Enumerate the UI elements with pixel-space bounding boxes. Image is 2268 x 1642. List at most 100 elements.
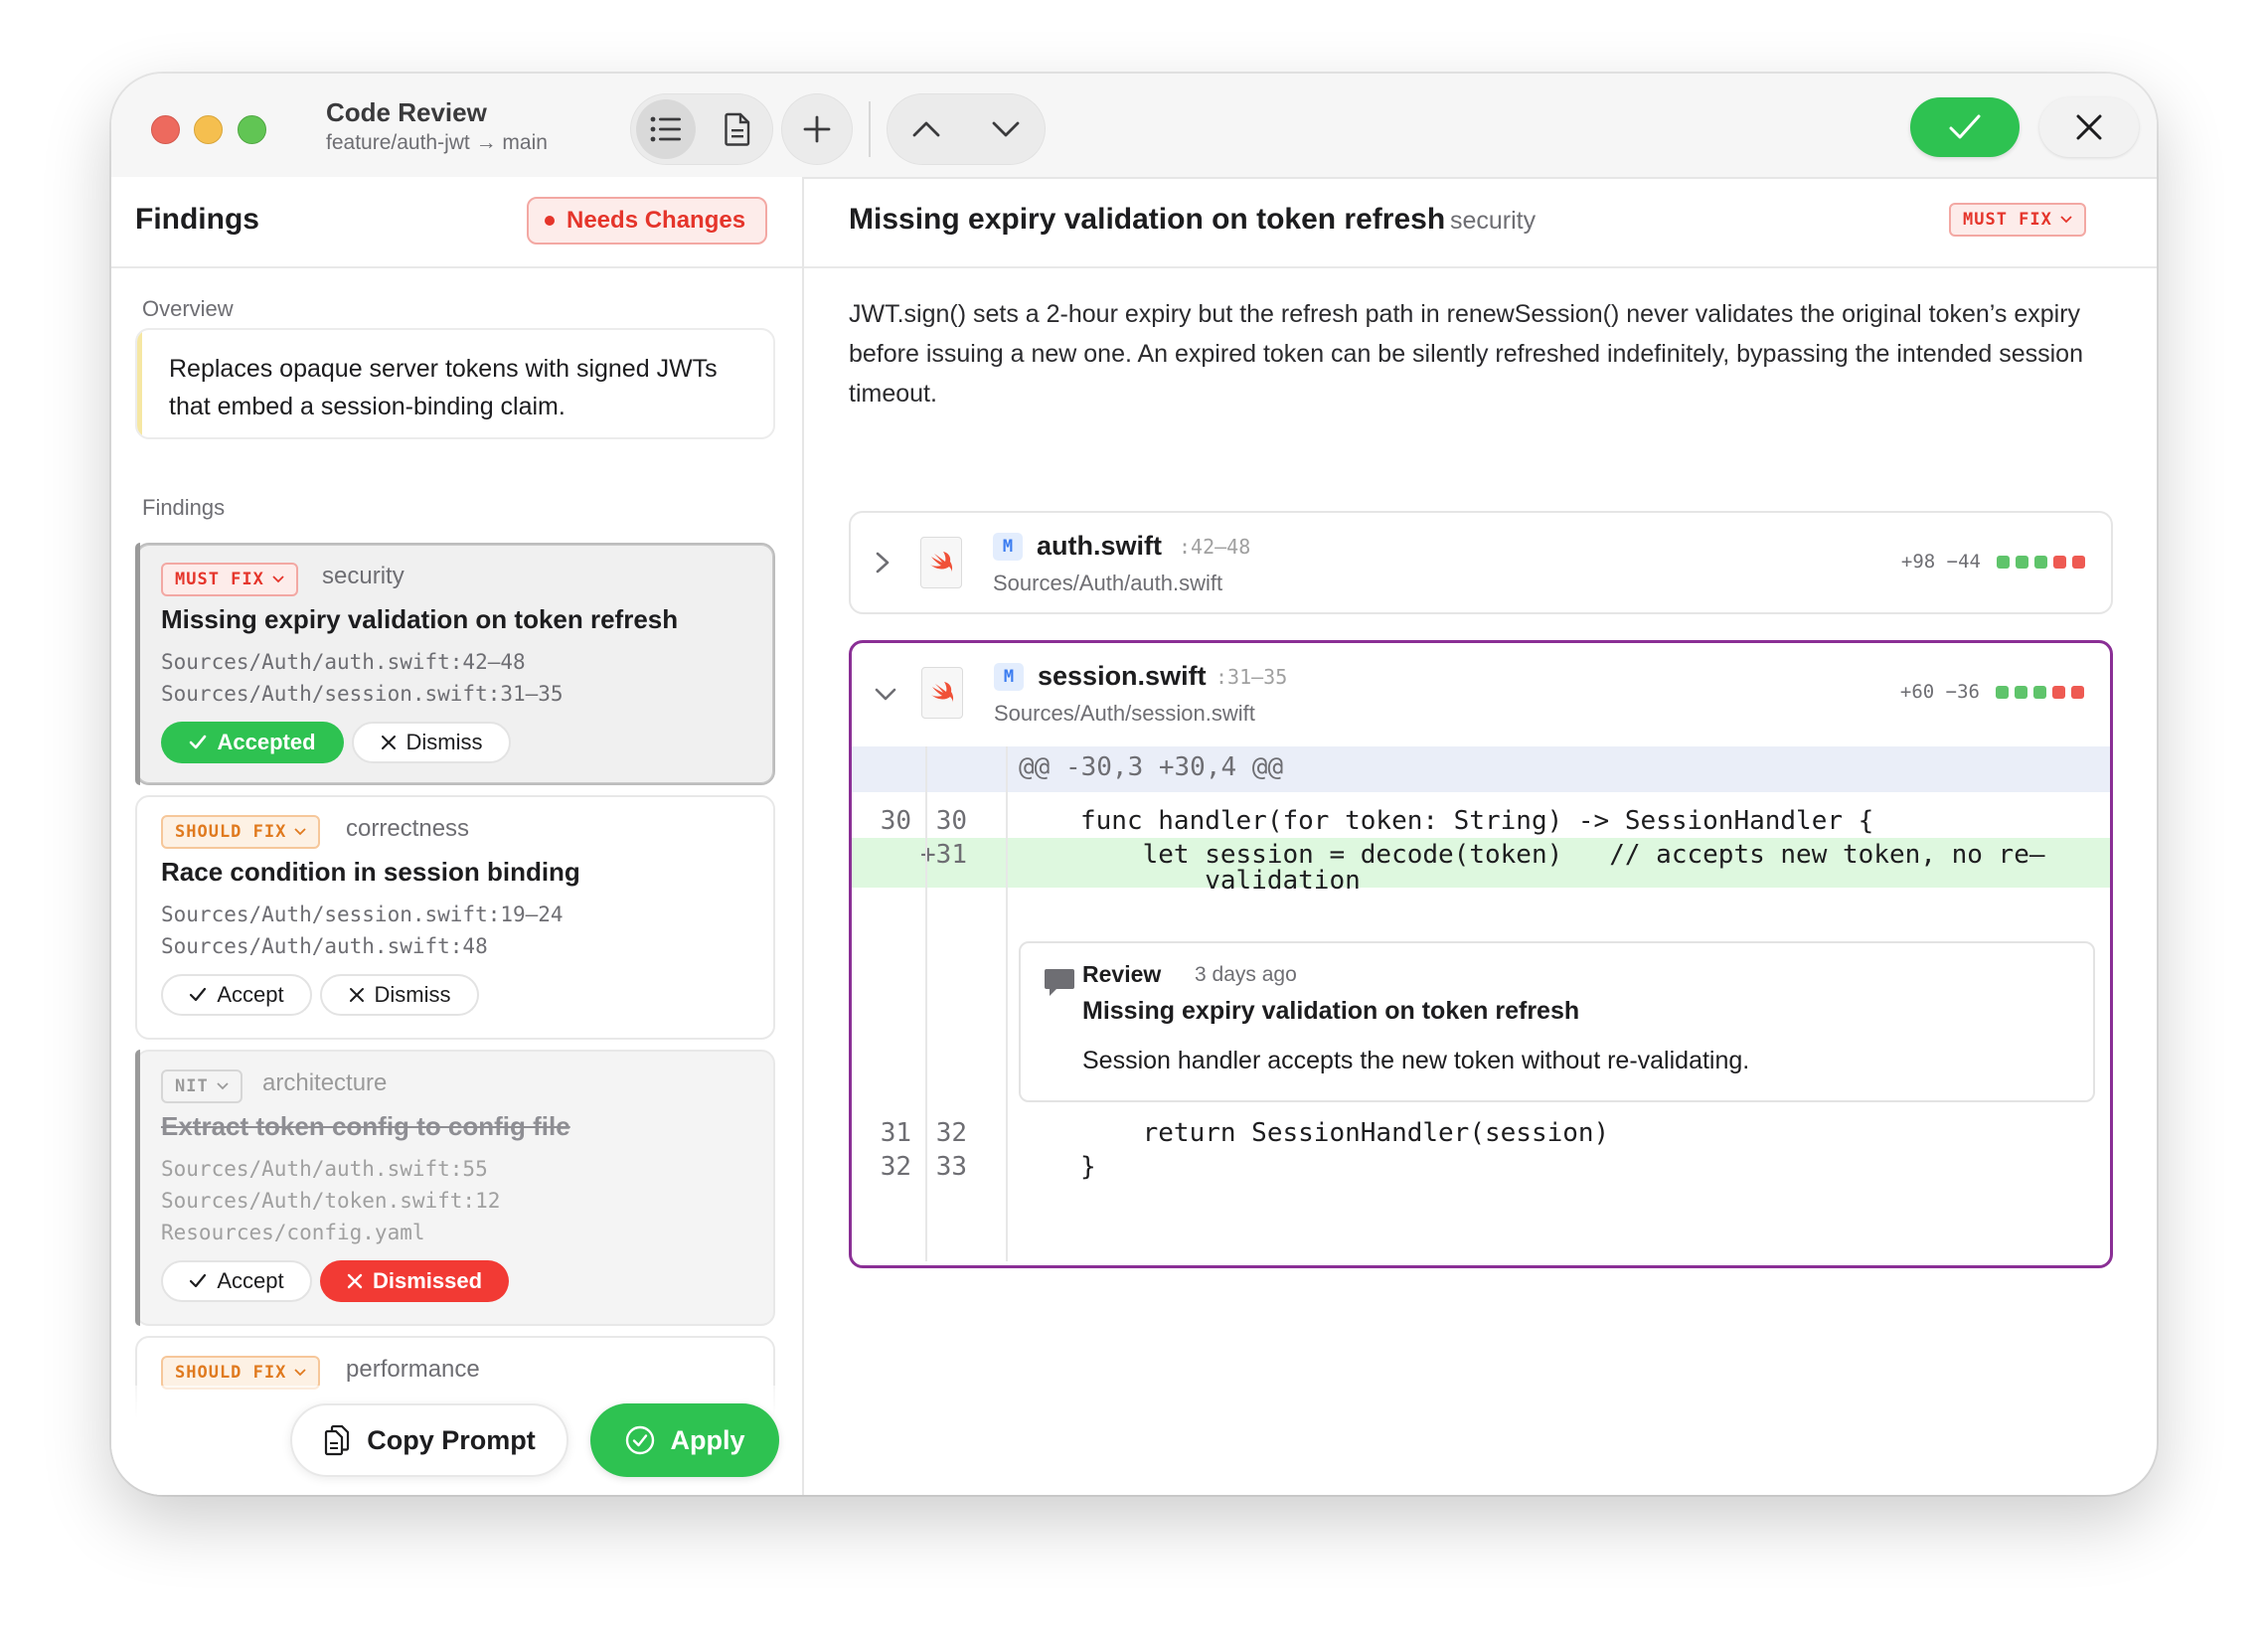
findings-title: Findings — [135, 203, 259, 236]
finding-card[interactable]: SHOULD FIX correctness Race condition in… — [135, 795, 775, 1040]
title-bar: Code Review feature/auth-jwt → main — [111, 74, 2157, 179]
chevron-down-icon — [992, 121, 1020, 137]
detail-category: security — [1450, 207, 1537, 235]
new-line-number: +31 — [920, 840, 967, 870]
close-icon — [381, 736, 396, 749]
code-text: return SessionHandler(session) — [1080, 1118, 1610, 1148]
close-icon — [349, 988, 364, 1002]
file-card-session[interactable]: M session.swift :31–35 Sources/Auth/sess… — [849, 640, 2113, 1268]
accept-button[interactable]: Accept — [161, 1260, 312, 1302]
dismiss-button[interactable]: Dismiss — [352, 722, 511, 763]
finding-card[interactable]: NIT architecture Extract token config to… — [135, 1050, 775, 1326]
detail-severity-badge[interactable]: MUST FIX — [1949, 203, 2086, 237]
deletions-bar — [2072, 555, 2085, 569]
diff-line[interactable]: 31 32 return SessionHandler(session) — [852, 1118, 2110, 1152]
code-review-window: Code Review feature/auth-jwt → main Find… — [111, 74, 2157, 1495]
speech-bubble-icon — [1045, 969, 1074, 996]
detail-title: Missing expiry validation on token refre… — [849, 203, 1446, 236]
finding-location[interactable]: Sources/Auth/session.swift:19–24 — [161, 903, 564, 926]
hunk-header: @@ -30,3 +30,4 @@ — [852, 746, 2110, 792]
severity-badge[interactable]: MUST FIX — [161, 563, 298, 596]
comment-title: Missing expiry validation on token refre… — [1082, 997, 1580, 1025]
file-card-auth[interactable]: M auth.swift :42–48 Sources/Auth/auth.sw… — [849, 511, 2113, 614]
accepted-label: Accepted — [217, 730, 316, 754]
accepted-button[interactable]: Accepted — [161, 722, 344, 763]
add-group — [781, 93, 853, 165]
chevron-down-icon — [272, 575, 284, 583]
checkmark-icon — [190, 735, 207, 749]
zoom-window-button[interactable] — [238, 115, 266, 144]
review-comment[interactable]: Review 3 days ago Missing expiry validat… — [1019, 941, 2095, 1102]
file-path: Sources/Auth/session.swift — [994, 701, 1255, 726]
dismiss-label: Dismiss — [374, 982, 451, 1007]
detail-header: Missing expiry validation on token refre… — [804, 177, 2157, 268]
diff-line[interactable]: 32 33 } — [852, 1152, 2110, 1186]
dismiss-button[interactable]: Dismiss — [320, 974, 479, 1016]
list-icon — [650, 116, 681, 142]
findings-panel: Findings Needs Changes Overview Replaces… — [111, 177, 804, 1495]
code-text-wrapped: validation — [1080, 866, 1361, 896]
next-finding-button[interactable] — [976, 99, 1036, 159]
close-review-button[interactable] — [2039, 97, 2139, 157]
document-view-button[interactable] — [708, 99, 767, 159]
list-view-button[interactable] — [636, 99, 696, 159]
branch-label: feature/auth-jwt → main — [326, 131, 548, 154]
status-dot — [545, 216, 555, 226]
new-line-number: 33 — [935, 1152, 967, 1182]
code-text: func handler(for token: String) -> Sessi… — [1080, 806, 1874, 836]
findings-header: Findings Needs Changes — [111, 177, 802, 268]
finding-location[interactable]: Sources/Auth/auth.swift:42–48 — [161, 650, 526, 674]
diff-stats-label: +98 −44 — [1900, 551, 1981, 573]
dismissed-button[interactable]: Dismissed — [320, 1260, 509, 1302]
comment-body: Session handler accepts the new token wi… — [1082, 1047, 1750, 1074]
gutter-divider — [1006, 746, 1008, 1261]
minimize-window-button[interactable] — [194, 115, 223, 144]
finding-location[interactable]: Sources/Auth/session.swift:31–35 — [161, 682, 564, 706]
comment-author: Review — [1082, 961, 1162, 987]
diff-stats-label: +60 −36 — [1899, 681, 1980, 703]
old-line-number: 31 — [880, 1118, 911, 1148]
finding-location[interactable]: Resources/config.yaml — [161, 1221, 425, 1244]
close-icon — [347, 1273, 363, 1289]
additions-bar — [2015, 685, 2027, 699]
overview-box: Replaces opaque server tokens with signe… — [135, 328, 775, 439]
diff-line-added[interactable]: +31 let session = decode(token) // accep… — [852, 838, 2110, 896]
new-line-number: 32 — [935, 1118, 967, 1148]
finding-card[interactable]: MUST FIX security Missing expiry validat… — [135, 543, 775, 785]
copy-prompt-button[interactable]: Copy Prompt — [290, 1403, 568, 1477]
apply-button[interactable]: Apply — [590, 1403, 779, 1477]
severity-badge[interactable]: NIT — [161, 1069, 243, 1103]
severity-badge[interactable]: SHOULD FIX — [161, 815, 321, 849]
overview-label: Overview — [142, 296, 234, 321]
detail-panel: Missing expiry validation on token refre… — [804, 177, 2157, 1495]
finding-location[interactable]: Sources/Auth/token.swift:12 — [161, 1189, 500, 1213]
chevron-down-icon[interactable] — [874, 685, 897, 705]
new-line-number: 30 — [935, 806, 967, 836]
close-icon — [2076, 114, 2102, 140]
severity-badge[interactable]: SHOULD FIX — [161, 1356, 321, 1390]
diff-stats: +60 −36 — [1900, 681, 2084, 703]
gutter-divider — [925, 746, 927, 1261]
additions-bar — [2016, 555, 2028, 569]
chevron-down-icon — [217, 1082, 229, 1090]
chevron-down-icon — [2060, 216, 2072, 224]
status-badge[interactable]: Needs Changes — [527, 197, 768, 245]
close-window-button[interactable] — [151, 115, 180, 144]
accept-button[interactable]: Accept — [161, 974, 312, 1016]
add-button[interactable] — [787, 99, 847, 159]
old-line-number: 30 — [880, 806, 911, 836]
file-path: Sources/Auth/auth.swift — [993, 571, 1223, 595]
diff-line[interactable]: 30 30 func handler(for token: String) ->… — [852, 806, 2110, 840]
approve-button[interactable] — [1910, 97, 2020, 157]
category-label: security — [322, 563, 405, 589]
additions-bar — [2034, 555, 2047, 569]
apply-label: Apply — [670, 1424, 745, 1455]
previous-finding-button[interactable] — [896, 99, 956, 159]
finding-location[interactable]: Sources/Auth/auth.swift:55 — [161, 1157, 488, 1181]
additions-bar — [1996, 685, 2009, 699]
swift-file-icon — [921, 667, 963, 719]
chevron-right-icon[interactable] — [873, 551, 892, 575]
finding-location[interactable]: Sources/Auth/auth.swift:48 — [161, 934, 488, 958]
file-name: session.swift — [1038, 661, 1207, 691]
severity-label: SHOULD FIX — [175, 822, 287, 842]
